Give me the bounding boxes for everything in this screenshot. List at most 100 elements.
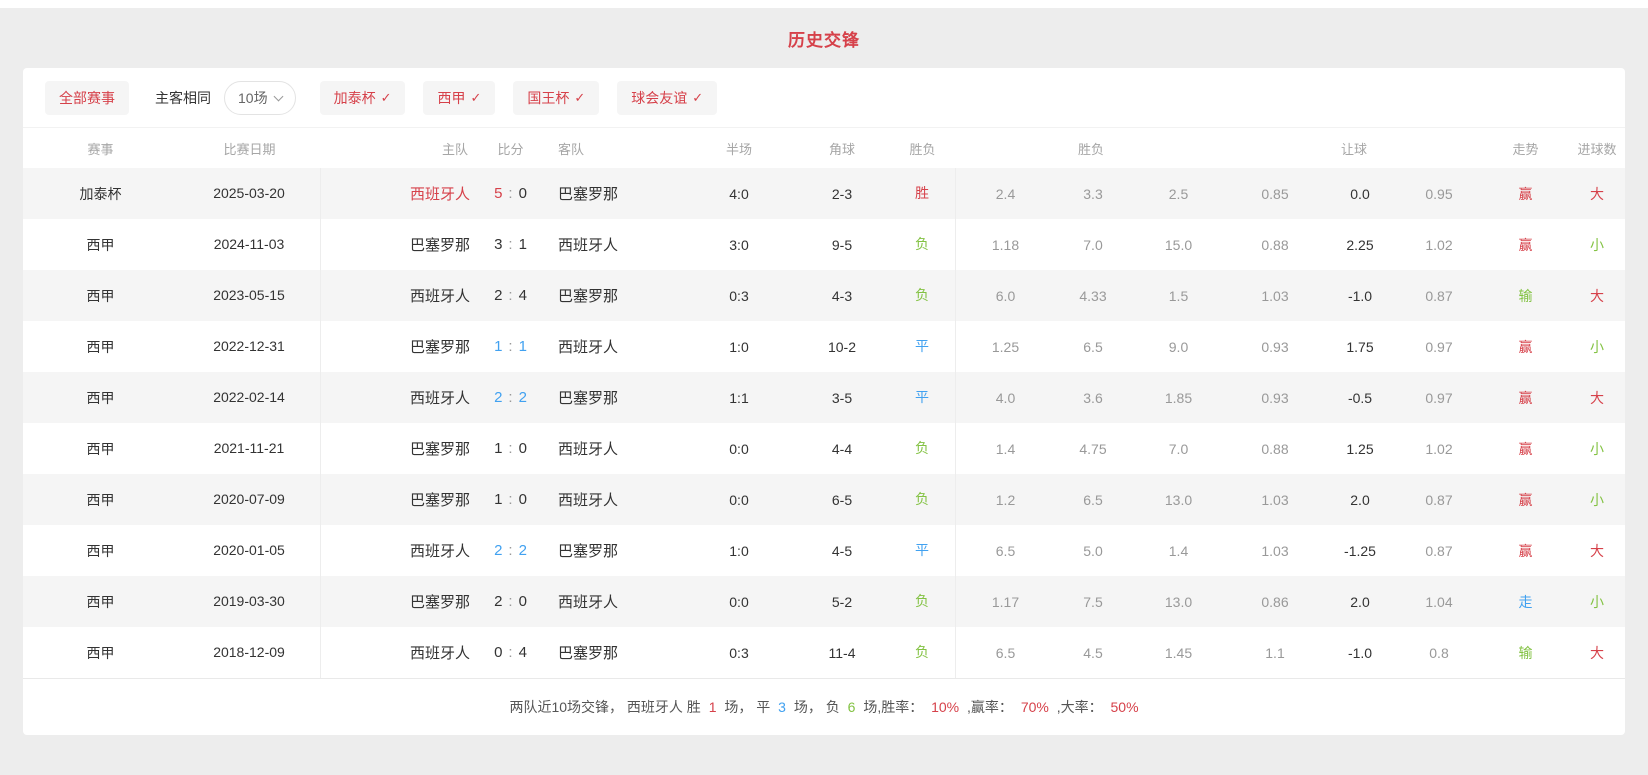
header-goals: 进球数 [1569, 139, 1625, 158]
odds-cell-1: 5.0 [1055, 543, 1131, 559]
odds-cell-2: 2.5 [1131, 186, 1226, 202]
goals-cell: 小 [1569, 337, 1625, 357]
goals-cell: 小 [1569, 235, 1625, 255]
odds-cell-1: 4.33 [1055, 288, 1131, 304]
filter-all-events-button[interactable]: 全部赛事 [45, 81, 129, 115]
page-title: 历史交锋 [788, 26, 860, 51]
corner-cell: 3-5 [795, 390, 889, 406]
away-team: 西班牙人 [543, 336, 683, 357]
corner-cell: 11-4 [795, 645, 889, 661]
date-cell: 2022-12-31 [178, 321, 321, 372]
handicap-cell-1: 1.25 [1324, 441, 1396, 457]
handicap-cell-0: 1.03 [1226, 288, 1324, 304]
half-score-cell: 4:0 [683, 186, 795, 202]
home-team: 西班牙人 [321, 387, 478, 408]
score-cell: 2:2 [478, 542, 543, 559]
away-score: 0 [519, 185, 527, 202]
trend-cell: 赢 [1482, 541, 1569, 561]
result-cell: 胜 [889, 168, 956, 219]
goals-cell: 小 [1569, 592, 1625, 612]
summary-segment: ,大率： [1053, 699, 1107, 715]
odds-cell-1: 4.5 [1055, 645, 1131, 661]
handicap-cell-1: -0.5 [1324, 390, 1396, 406]
half-score-cell: 0:3 [683, 288, 795, 304]
league-filter-button-2[interactable]: 国王杯✓ [513, 81, 599, 115]
goals-cell: 小 [1569, 439, 1625, 459]
header-trend: 走势 [1482, 139, 1569, 158]
summary-segment: 场,胜率： [859, 699, 927, 715]
odds-cell-1: 6.5 [1055, 339, 1131, 355]
away-score: 0 [519, 440, 527, 457]
handicap-cell-0: 0.93 [1226, 390, 1324, 406]
odds-cell-2: 13.0 [1131, 594, 1226, 610]
handicap-cell-2: 0.95 [1396, 186, 1482, 202]
result-cell: 负 [889, 627, 956, 678]
away-team: 西班牙人 [543, 234, 683, 255]
handicap-cell-2: 0.87 [1396, 288, 1482, 304]
trend-cell: 输 [1482, 643, 1569, 663]
filter-same-venue[interactable]: 主客相同 [155, 88, 211, 108]
result-cell: 负 [889, 423, 956, 474]
summary-segment: 场， 平 [721, 699, 775, 715]
handicap-cell-1: -1.25 [1324, 543, 1396, 559]
score-colon: : [508, 593, 512, 610]
odds-cell-1: 7.5 [1055, 594, 1131, 610]
odds-cell-1: 6.5 [1055, 492, 1131, 508]
handicap-cell-0: 0.85 [1226, 186, 1324, 202]
handicap-cell-1: 2.0 [1324, 492, 1396, 508]
odds-cell-0: 4.0 [956, 390, 1055, 406]
trend-cell: 赢 [1482, 337, 1569, 357]
league-cell: 西甲 [23, 592, 178, 612]
score-cell: 5:0 [478, 185, 543, 202]
league-cell: 西甲 [23, 235, 178, 255]
title-bar: 历史交锋 [0, 8, 1648, 68]
match-count-value: 10场 [238, 88, 268, 108]
league-filter-button-0[interactable]: 加泰杯✓ [320, 81, 406, 115]
score-cell: 2:4 [478, 287, 543, 304]
date-cell: 2021-11-21 [178, 423, 321, 474]
score-cell: 3:1 [478, 236, 543, 253]
odds-cell-1: 3.6 [1055, 390, 1131, 406]
summary-segment: 70% [1021, 699, 1049, 715]
league-filter-button-3[interactable]: 球会友谊✓ [617, 81, 717, 115]
league-cell: 西甲 [23, 490, 178, 510]
handicap-cell-2: 0.97 [1396, 390, 1482, 406]
odds-cell-1: 3.3 [1055, 186, 1131, 202]
table-row: 西甲2019-03-30巴塞罗那2:0西班牙人0:05-2负1.177.513.… [23, 576, 1625, 627]
result-cell: 负 [889, 576, 956, 627]
goals-cell: 小 [1569, 490, 1625, 510]
away-team: 西班牙人 [543, 489, 683, 510]
result-cell: 负 [889, 474, 956, 525]
odds-cell-0: 2.4 [956, 186, 1055, 202]
half-score-cell: 3:0 [683, 237, 795, 253]
handicap-cell-1: 1.75 [1324, 339, 1396, 355]
summary-segment: 两队近10场交锋， 西班牙人 胜 [509, 699, 704, 715]
table-body: 加泰杯2025-03-20西班牙人5:0巴塞罗那4:02-3胜2.43.32.5… [23, 168, 1625, 678]
trend-cell: 走 [1482, 592, 1569, 612]
header-odds: 胜负 [956, 139, 1226, 158]
check-icon: ✓ [381, 90, 392, 106]
handicap-cell-0: 1.03 [1226, 492, 1324, 508]
date-cell: 2020-01-05 [178, 525, 321, 576]
odds-cell-2: 9.0 [1131, 339, 1226, 355]
away-score: 2 [519, 389, 527, 406]
trend-cell: 输 [1482, 286, 1569, 306]
table-row: 西甲2022-02-14西班牙人2:2巴塞罗那1:13-5平4.03.61.85… [23, 372, 1625, 423]
league-cell: 西甲 [23, 439, 178, 459]
league-cell: 西甲 [23, 337, 178, 357]
home-team: 巴塞罗那 [321, 489, 478, 510]
away-team: 巴塞罗那 [543, 387, 683, 408]
score-colon: : [508, 185, 512, 202]
odds-cell-1: 4.75 [1055, 441, 1131, 457]
handicap-cell-0: 1.1 [1226, 645, 1324, 661]
trend-cell: 赢 [1482, 388, 1569, 408]
league-filter-button-1[interactable]: 西甲✓ [423, 81, 495, 115]
odds-cell-2: 1.45 [1131, 645, 1226, 661]
handicap-cell-1: 2.25 [1324, 237, 1396, 253]
score-cell: 1:1 [478, 338, 543, 355]
score-colon: : [508, 440, 512, 457]
trend-cell: 赢 [1482, 439, 1569, 459]
match-count-dropdown[interactable]: 10场 [224, 81, 296, 115]
handicap-cell-1: -1.0 [1324, 288, 1396, 304]
away-team: 西班牙人 [543, 438, 683, 459]
